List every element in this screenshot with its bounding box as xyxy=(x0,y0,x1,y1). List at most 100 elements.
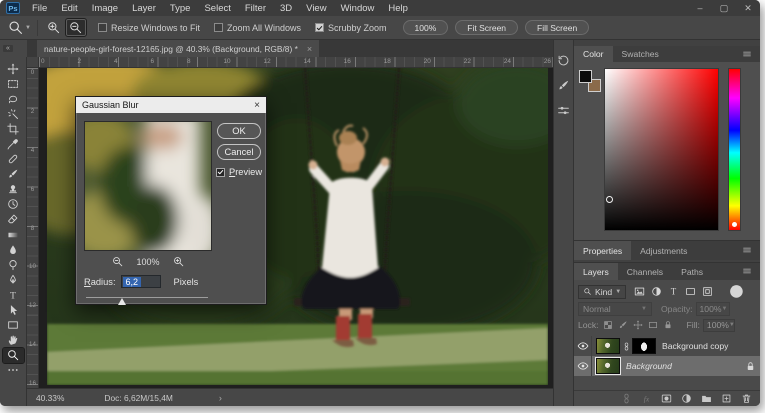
dialog-close-icon[interactable]: × xyxy=(254,100,260,111)
fit-screen-button[interactable]: Fit Screen xyxy=(455,20,518,35)
new-layer-icon[interactable] xyxy=(721,393,732,404)
zoom-100-button[interactable]: 100% xyxy=(403,20,449,35)
brush-tool[interactable] xyxy=(3,167,24,182)
menu-item[interactable]: View xyxy=(299,0,333,16)
zoom-out-button[interactable] xyxy=(66,19,86,36)
foreground-color-swatch[interactable] xyxy=(579,70,592,83)
hue-slider[interactable] xyxy=(728,68,741,231)
pixel-layer-filter-icon[interactable] xyxy=(634,286,645,297)
lock-pixels-icon[interactable] xyxy=(618,320,628,330)
tab-swatches[interactable]: Swatches xyxy=(613,46,668,62)
close-button[interactable]: ✕ xyxy=(736,0,760,16)
layer-thumbnail[interactable] xyxy=(596,338,620,354)
horizontal-ruler[interactable]: 02468101214161820222426 xyxy=(39,57,553,68)
lock-artboard-icon[interactable] xyxy=(648,320,658,330)
panel-menu-icon[interactable] xyxy=(740,245,754,255)
toolbar-collapse[interactable]: « xyxy=(0,40,27,57)
tab-close-icon[interactable]: × xyxy=(307,44,312,54)
layer-row-background-copy[interactable]: Background copy xyxy=(574,336,760,356)
checkbox[interactable] xyxy=(315,23,324,32)
zoom-tool[interactable] xyxy=(3,348,24,363)
document-tab[interactable]: nature-people-girl-forest-12165.jpg @ 40… xyxy=(37,40,319,57)
shape-layer-filter-icon[interactable] xyxy=(685,286,696,297)
add-layer-mask-icon[interactable] xyxy=(661,393,672,404)
cancel-button[interactable]: Cancel xyxy=(217,144,261,160)
zoom-tool-preset[interactable]: ▼ xyxy=(8,20,31,35)
menu-item[interactable]: Filter xyxy=(238,0,273,16)
tab-paths[interactable]: Paths xyxy=(672,263,712,280)
menu-item[interactable]: Help xyxy=(381,0,415,16)
preview-checkbox-row[interactable]: Preview xyxy=(216,167,262,177)
blur-preview[interactable] xyxy=(84,121,212,251)
tab-adjustments[interactable]: Adjustments xyxy=(631,241,696,260)
eraser-tool[interactable] xyxy=(3,212,24,227)
layer-mask-thumbnail[interactable] xyxy=(632,338,656,354)
checkbox[interactable] xyxy=(98,23,107,32)
tab-properties[interactable]: Properties xyxy=(574,241,631,260)
dialog-title-bar[interactable]: Gaussian Blur × xyxy=(76,97,266,113)
blend-mode-dropdown[interactable]: Normal ▼ xyxy=(578,302,652,316)
layer-visibility-toggle[interactable] xyxy=(574,336,592,356)
layer-name[interactable]: Background xyxy=(626,361,672,371)
vertical-ruler[interactable]: 0246810121416 xyxy=(27,68,39,388)
new-group-icon[interactable] xyxy=(701,393,712,404)
opacity-value[interactable]: 100% ▼ xyxy=(696,302,730,316)
shape-tool[interactable] xyxy=(3,318,24,333)
history-brush-tool[interactable] xyxy=(3,197,24,212)
zoom-out-icon[interactable] xyxy=(112,256,123,267)
lock-transparency-icon[interactable] xyxy=(603,320,613,330)
pen-tool[interactable] xyxy=(3,272,24,287)
layer-filter-kind-dropdown[interactable]: Kind ▼ xyxy=(578,285,626,299)
tab-layers[interactable]: Layers xyxy=(574,263,618,280)
menu-item[interactable]: Layer xyxy=(125,0,163,16)
tab-color[interactable]: Color xyxy=(574,46,613,62)
edit-toolbar-button[interactable] xyxy=(3,363,24,378)
minimize-button[interactable]: – xyxy=(688,0,712,16)
path-selection-tool[interactable] xyxy=(3,303,24,318)
clone-stamp-tool[interactable] xyxy=(3,182,24,197)
type-tool[interactable]: T xyxy=(3,287,24,302)
preview-checkbox[interactable] xyxy=(216,168,225,177)
lock-position-icon[interactable] xyxy=(633,320,643,330)
menu-item[interactable]: File xyxy=(25,0,54,16)
saturation-brightness-field[interactable] xyxy=(604,68,719,231)
eyedropper-tool[interactable] xyxy=(3,136,24,151)
dodge-tool[interactable] xyxy=(3,257,24,272)
fill-screen-button[interactable]: Fill Screen xyxy=(525,20,589,35)
hue-marker[interactable] xyxy=(732,222,737,227)
maximize-button[interactable]: ▢ xyxy=(712,0,736,16)
menu-item[interactable]: Type xyxy=(163,0,198,16)
panel-menu-icon[interactable] xyxy=(740,49,754,59)
link-layers-icon[interactable] xyxy=(621,393,632,404)
marquee-tool[interactable] xyxy=(3,76,24,91)
menu-item[interactable]: Image xyxy=(85,0,125,16)
layer-row-background[interactable]: Background xyxy=(574,356,760,376)
radius-input[interactable]: 6,2 xyxy=(121,275,161,288)
resize-windows-to-fit-checkbox[interactable]: Resize Windows to Fit xyxy=(98,23,200,33)
status-zoom-level[interactable]: 40.33% xyxy=(36,393,64,403)
new-adjustment-layer-icon[interactable] xyxy=(681,393,692,404)
crop-tool[interactable] xyxy=(3,121,24,136)
lock-all-icon[interactable] xyxy=(663,320,673,330)
zoom-in-button[interactable] xyxy=(44,19,64,36)
delete-layer-icon[interactable] xyxy=(741,393,752,404)
radius-slider[interactable] xyxy=(86,296,208,305)
hand-tool[interactable] xyxy=(3,333,24,348)
fill-value[interactable]: 100% ▼ xyxy=(703,319,735,332)
menu-item[interactable]: Edit xyxy=(54,0,84,16)
ok-button[interactable]: OK xyxy=(217,123,261,139)
foreground-background-swatches[interactable] xyxy=(579,70,601,92)
sliders-panel-icon[interactable] xyxy=(557,104,570,117)
color-marker[interactable] xyxy=(606,196,613,203)
menu-item[interactable]: 3D xyxy=(273,0,299,16)
lasso-tool[interactable] xyxy=(3,91,24,106)
slider-thumb[interactable] xyxy=(118,298,126,305)
tab-channels[interactable]: Channels xyxy=(618,263,672,280)
brush-panel-icon[interactable] xyxy=(557,79,570,92)
menu-item[interactable]: Select xyxy=(197,0,237,16)
blur-tool[interactable] xyxy=(3,242,24,257)
layer-thumbnail[interactable] xyxy=(596,358,620,374)
layer-name[interactable]: Background copy xyxy=(662,341,728,351)
quick-selection-tool[interactable] xyxy=(3,106,24,121)
type-layer-filter-icon[interactable]: T xyxy=(668,286,679,297)
